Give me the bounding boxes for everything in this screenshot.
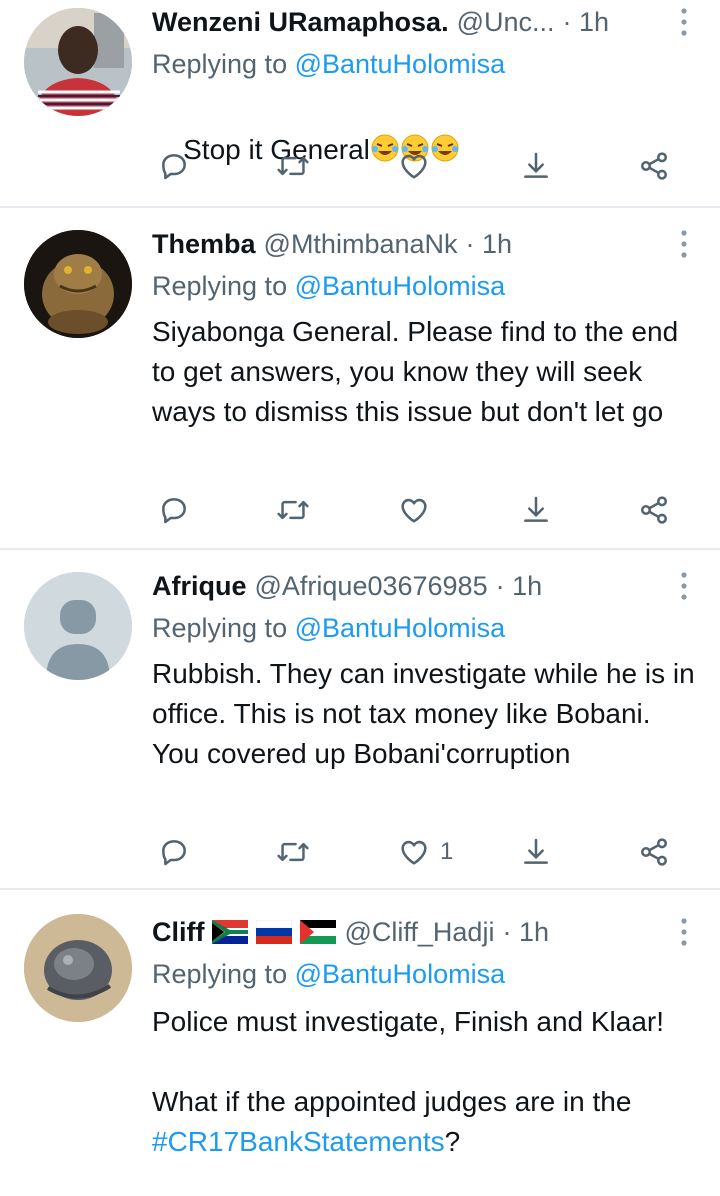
reply-icon bbox=[162, 154, 186, 180]
share-icon bbox=[641, 496, 667, 524]
retweet-icon bbox=[277, 500, 309, 520]
reply-button[interactable] bbox=[158, 832, 190, 872]
more-vertical-icon[interactable] bbox=[674, 566, 694, 606]
tweet[interactable]: Wenzeni URamaphosa. @Unc... · 1h Replyin… bbox=[0, 0, 720, 208]
display-name[interactable]: Wenzeni URamaphosa. bbox=[152, 2, 449, 42]
tweet-text: Rubbish. They can investigate while he i… bbox=[152, 658, 703, 769]
tweet-text: Police must investigate, Finish and Klaa… bbox=[152, 1002, 700, 1162]
palestine-flag bbox=[300, 920, 337, 944]
south-africa-flag bbox=[212, 920, 249, 944]
mention-link[interactable]: @BantuHolomisa bbox=[295, 959, 506, 989]
retweet-button[interactable] bbox=[276, 490, 310, 530]
reply-icon bbox=[162, 840, 186, 866]
replying-prefix: Replying to bbox=[152, 49, 295, 79]
tweet[interactable]: Themba @MthimbanaNk · 1h Replying to @Ba… bbox=[0, 208, 720, 550]
retweet-icon bbox=[277, 842, 309, 862]
tweet-text: Siyabonga General. Please find to the en… bbox=[152, 316, 686, 427]
timestamp[interactable]: · 1h bbox=[496, 566, 543, 606]
mention-link[interactable]: @BantuHolomisa bbox=[295, 613, 506, 643]
more-vertical-icon[interactable] bbox=[674, 224, 694, 264]
tweet-header: Wenzeni URamaphosa. @Unc... · 1h bbox=[152, 2, 650, 42]
tweet-header: Themba @MthimbanaNk · 1h bbox=[152, 224, 650, 264]
tweet-actions bbox=[152, 146, 682, 186]
share-button[interactable] bbox=[638, 832, 670, 872]
reply-button[interactable] bbox=[158, 490, 190, 530]
user-handle[interactable]: @Afrique03676985 bbox=[255, 566, 488, 606]
tweet-actions: 1 bbox=[152, 832, 682, 872]
more-vertical-icon[interactable] bbox=[674, 912, 694, 952]
retweet-icon bbox=[277, 156, 309, 176]
user-handle[interactable]: @Cliff_Hadji bbox=[344, 912, 494, 952]
retweet-button[interactable] bbox=[276, 146, 310, 186]
replying-to: Replying to @BantuHolomisa bbox=[152, 266, 505, 306]
download-icon bbox=[524, 152, 548, 178]
mention-link[interactable]: @BantuHolomisa bbox=[295, 271, 506, 301]
heart-icon bbox=[401, 498, 427, 523]
tweet-header: Afrique @Afrique03676985 · 1h bbox=[152, 566, 650, 606]
tweet-actions bbox=[152, 490, 682, 530]
timestamp[interactable]: · 1h bbox=[466, 224, 513, 264]
tweet-text-end: ? bbox=[444, 1126, 461, 1157]
tweet-header: Cliff @Cliff_Hadji · 1h bbox=[152, 912, 650, 952]
like-button[interactable] bbox=[398, 146, 440, 186]
default-avatar-icon[interactable] bbox=[24, 572, 132, 680]
share-icon bbox=[641, 152, 667, 180]
display-name[interactable]: Afrique bbox=[152, 566, 247, 606]
russia-flag bbox=[256, 920, 293, 944]
hashtag-link[interactable]: #CR17BankStatements bbox=[152, 1126, 445, 1157]
timestamp[interactable]: · 1h bbox=[563, 2, 610, 42]
avatar[interactable] bbox=[24, 914, 132, 1022]
reply-button[interactable] bbox=[158, 146, 190, 186]
display-name[interactable]: Themba bbox=[152, 224, 256, 264]
replying-prefix: Replying to bbox=[152, 613, 295, 643]
like-button[interactable] bbox=[398, 490, 440, 530]
like-count: 1 bbox=[440, 838, 454, 865]
avatar[interactable] bbox=[24, 230, 132, 338]
download-button[interactable] bbox=[520, 832, 552, 872]
replying-to: Replying to @BantuHolomisa bbox=[152, 44, 505, 84]
share-button[interactable] bbox=[638, 146, 670, 186]
mention-link[interactable]: @BantuHolomisa bbox=[295, 49, 506, 79]
timestamp[interactable]: · 1h bbox=[502, 912, 549, 952]
share-icon bbox=[641, 838, 667, 866]
share-button[interactable] bbox=[638, 490, 670, 530]
user-handle[interactable]: @Unc... bbox=[457, 2, 555, 42]
reply-icon bbox=[162, 498, 186, 524]
download-icon bbox=[524, 496, 548, 522]
download-button[interactable] bbox=[520, 146, 552, 186]
display-name[interactable]: Cliff bbox=[152, 912, 204, 952]
replying-prefix: Replying to bbox=[152, 959, 295, 989]
replying-to: Replying to @BantuHolomisa bbox=[152, 954, 505, 994]
tweet-text-body: Police must investigate, Finish and Klaa… bbox=[152, 1006, 665, 1117]
more-vertical-icon[interactable] bbox=[674, 2, 694, 42]
heart-icon bbox=[401, 154, 427, 179]
tweet[interactable]: Cliff @Cliff_Hadji · 1h Replying to @Ban… bbox=[0, 890, 720, 1196]
replying-prefix: Replying to bbox=[152, 271, 295, 301]
download-icon bbox=[524, 838, 548, 864]
retweet-button[interactable] bbox=[276, 832, 310, 872]
user-handle[interactable]: @MthimbanaNk bbox=[264, 224, 458, 264]
avatar[interactable] bbox=[24, 8, 132, 116]
like-button[interactable]: 1 bbox=[398, 832, 453, 872]
tweet[interactable]: Afrique @Afrique03676985 · 1h Replying t… bbox=[0, 550, 720, 890]
replying-to: Replying to @BantuHolomisa bbox=[152, 608, 505, 648]
download-button[interactable] bbox=[520, 490, 552, 530]
heart-icon bbox=[401, 840, 427, 865]
